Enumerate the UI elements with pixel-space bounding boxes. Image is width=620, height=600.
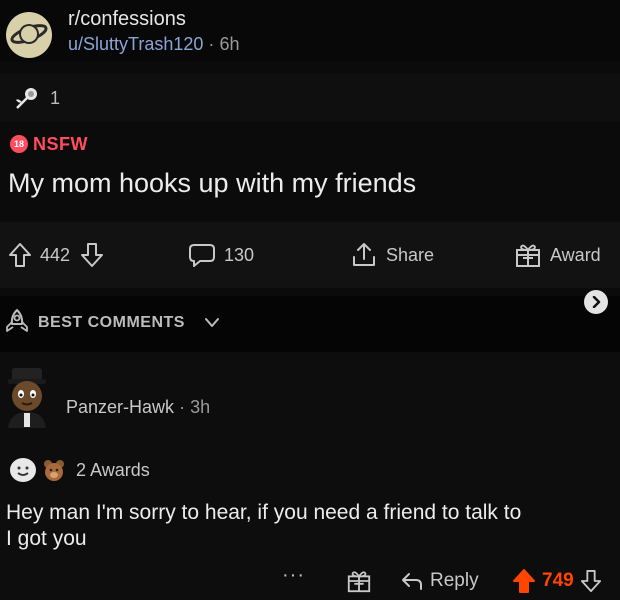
- speech-bubble-icon: [189, 244, 215, 267]
- avatar[interactable]: [0, 366, 54, 428]
- post-author-line: u/SluttyTrash120 · 6h: [68, 34, 239, 55]
- chevron-right-icon: [592, 296, 601, 308]
- wholesome-award-icon: [10, 458, 36, 482]
- give-award-button[interactable]: [346, 566, 372, 596]
- next-post-button[interactable]: [584, 290, 608, 314]
- comment-awards-label: 2 Awards: [76, 459, 150, 480]
- comment-vote-group: 749: [512, 566, 602, 596]
- comment-action-bar: ··· Reply 749: [0, 562, 620, 598]
- comment-score: 749: [542, 570, 574, 591]
- arrow-up-icon[interactable]: [8, 242, 32, 268]
- reply-arrow-icon: [402, 573, 422, 590]
- arrow-up-icon[interactable]: [512, 568, 536, 594]
- post-age: 6h: [219, 34, 240, 54]
- share-button[interactable]: Share: [350, 222, 434, 288]
- comment-awards[interactable]: 2 Awards: [10, 456, 150, 484]
- reply-button[interactable]: Reply: [400, 566, 479, 596]
- rocket-icon: [6, 309, 28, 332]
- arrow-down-icon[interactable]: [580, 569, 602, 593]
- comment-body: Hey man I'm sorry to hear, if you need a…: [6, 501, 522, 550]
- rose-award-icon: [16, 88, 37, 109]
- saturn-planet-icon: [7, 13, 51, 57]
- post-awards-bar[interactable]: 1: [0, 74, 620, 122]
- comment-sort-bar[interactable]: BEST COMMENTS: [0, 296, 620, 352]
- reply-label: Reply: [430, 570, 479, 591]
- share-icon: [353, 243, 375, 266]
- arrow-down-icon[interactable]: [80, 242, 104, 268]
- post-action-bar: 442 130 Share Award: [0, 222, 620, 288]
- comment-age: 3h: [190, 397, 211, 417]
- comment-count: 130: [224, 244, 255, 265]
- subreddit-avatar[interactable]: [6, 12, 52, 58]
- nsfw-label: NSFW: [33, 133, 88, 154]
- award-label: Award: [550, 244, 601, 265]
- comment-author-line: Panzer-Hawk · 3h: [66, 397, 210, 418]
- post-award-count: 1: [50, 88, 61, 108]
- post-header: r/confessions u/SluttyTrash120 · 6h: [0, 0, 620, 62]
- gift-icon: [347, 571, 371, 593]
- gift-icon: [516, 244, 540, 267]
- nsfw-tag: 18 NSFW: [10, 133, 88, 155]
- comment-author[interactable]: Panzer-Hawk: [66, 397, 174, 417]
- share-label: Share: [386, 244, 435, 265]
- post-title[interactable]: My mom hooks up with my friends: [8, 168, 416, 199]
- nsfw-badge-icon: 18: [10, 135, 28, 153]
- chevron-down-icon: [205, 318, 219, 327]
- bear-award-icon: [44, 460, 64, 481]
- author-separator: ·: [208, 34, 215, 54]
- upvote-count: 442: [40, 244, 71, 265]
- subreddit-name[interactable]: r/confessions: [68, 8, 186, 31]
- comments-button[interactable]: 130: [188, 222, 254, 288]
- award-button[interactable]: Award: [514, 222, 601, 288]
- vote-group: 442: [8, 222, 104, 288]
- sort-label: BEST COMMENTS: [38, 314, 185, 331]
- post-author[interactable]: u/SluttyTrash120: [68, 34, 203, 54]
- reddit-post-screen: r/confessions u/SluttyTrash120 · 6h 1 18…: [0, 0, 620, 600]
- more-options-button[interactable]: ···: [282, 564, 305, 587]
- comment-separator: ·: [179, 397, 186, 417]
